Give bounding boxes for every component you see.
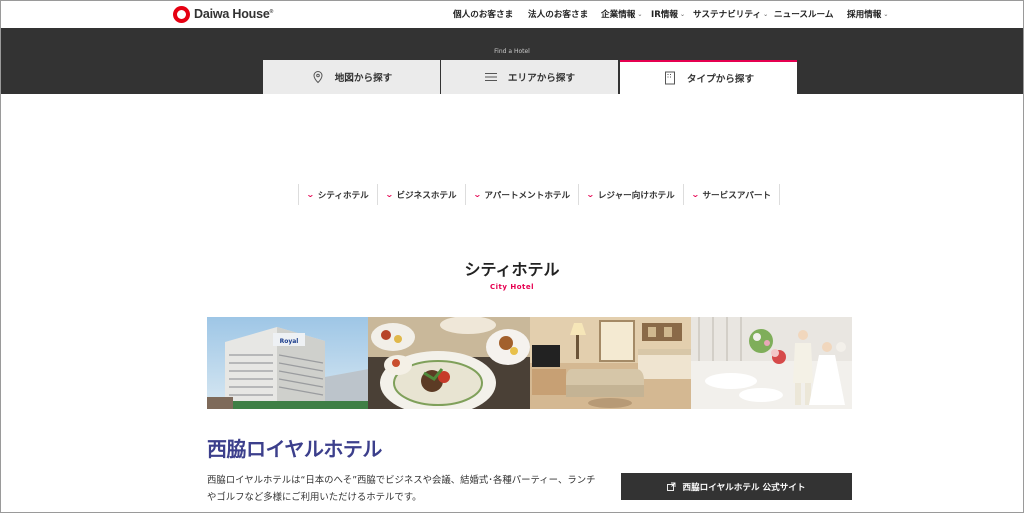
nav-sustainability[interactable]: サステナビリティ ⌄	[693, 8, 768, 20]
tab-label: タイプから探す	[686, 74, 755, 85]
band-subtitle: Find a Hotel	[494, 48, 530, 53]
official-site-label: 西脇ロイヤルホテル 公式サイト	[682, 482, 806, 493]
daiwa-house-logo[interactable]: Daiwa House®	[173, 5, 273, 23]
nav-ir-info[interactable]: IR情報 ⌄	[651, 8, 685, 20]
nav-corporate[interactable]: 法人のお客さま	[528, 8, 590, 20]
nav-newsroom[interactable]: ニュースルーム	[774, 8, 835, 20]
tab-search-by-type[interactable]: タイプから探す	[620, 60, 797, 94]
chevron-down-icon: ⌄	[883, 10, 889, 18]
logo-text: Daiwa House	[194, 7, 270, 21]
filter-leisure-hotel[interactable]: ⌄ レジャー向けホテル	[578, 184, 683, 205]
chevron-down-icon: ⌄	[384, 190, 394, 199]
chevron-down-icon: ⌄	[763, 10, 769, 18]
logo-registered-mark: ®	[269, 8, 274, 15]
filter-service-apartment[interactable]: ⌄ サービスアパート	[682, 184, 781, 205]
external-link-icon	[667, 482, 676, 491]
chevron-down-icon: ⌄	[680, 10, 686, 18]
hotel-photo-strip: Royal	[207, 317, 852, 409]
hotel-description: 西脇ロイヤルホテルは“日本のへそ”西脇でビジネスや会議、結婚式･各種パーティー、…	[207, 475, 596, 503]
tab-label: エリアから探す	[507, 73, 576, 84]
chevron-down-icon: ⌄	[586, 190, 595, 199]
photo-guest-room	[529, 317, 691, 409]
photo-hotel-exterior: Royal	[207, 317, 369, 409]
nav-recruit[interactable]: 採用情報 ⌄	[847, 8, 888, 20]
filter-business-hotel[interactable]: ⌄ ビジネスホテル	[376, 184, 465, 205]
chevron-down-icon: ⌄	[637, 10, 643, 18]
tab-search-by-area[interactable]: エリアから探す	[441, 60, 618, 94]
filter-city-hotel[interactable]: ⌄ シティホテル	[298, 184, 377, 205]
photo-cuisine	[368, 317, 530, 409]
chevron-down-icon: ⌄	[305, 190, 315, 199]
photo-wedding	[690, 317, 852, 409]
nav-company-info[interactable]: 企業情報 ⌄	[601, 8, 642, 20]
tab-search-by-map[interactable]: 地図から探す	[263, 60, 440, 94]
section-title: シティホテル	[464, 260, 560, 279]
tab-label: 地図から探す	[334, 73, 393, 84]
section-subtitle: City Hotel	[489, 283, 535, 291]
official-site-button[interactable]: 西脇ロイヤルホテル 公式サイト	[621, 473, 852, 500]
chevron-down-icon: ⌄	[690, 190, 700, 199]
site-header: Daiwa House® 個人のお客さま 法人のお客さま 企業情報 ⌄ IR情報 ⌄…	[0, 0, 1024, 28]
map-pin-icon	[313, 70, 323, 84]
filter-apartment-hotel[interactable]: ⌄ アパートメントホテル	[464, 184, 578, 205]
hotel-type-filters: ⌄ シティホテル ⌄ ビジネスホテル ⌄ アパートメントホテル ⌄ レジャー向けホテル …	[298, 184, 781, 205]
logo-mark-icon	[173, 5, 190, 23]
list-icon	[484, 72, 497, 82]
document-icon	[664, 71, 675, 85]
chevron-down-icon: ⌄	[472, 190, 482, 199]
building-sign: Royal	[280, 338, 299, 345]
nav-individual[interactable]: 個人のお客さま	[453, 8, 515, 20]
hotel-name: 西脇ロイヤルホテル	[207, 437, 382, 461]
